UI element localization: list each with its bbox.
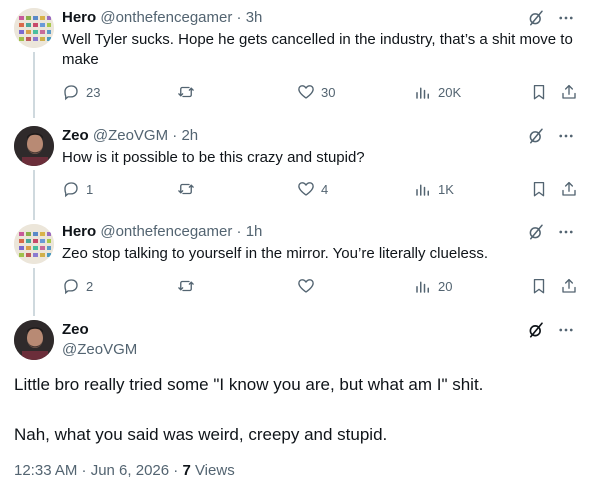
- share-button[interactable]: [560, 82, 578, 102]
- author-line: Hero @onthefencegamer · 3h: [62, 8, 262, 28]
- tweet-top-icons: [527, 127, 575, 145]
- repost-icon: [178, 183, 194, 195]
- tweet-text-paragraph: Little bro really tried some "I know you…: [14, 375, 484, 394]
- tweet-top-icons: [527, 9, 575, 27]
- more-icon[interactable]: [557, 9, 575, 27]
- share-button[interactable]: [560, 179, 578, 199]
- avatar[interactable]: [14, 224, 54, 264]
- avatar-image: [14, 320, 54, 360]
- repost-icon: [178, 86, 194, 98]
- tweet-actions: 2 20: [62, 276, 582, 296]
- views-button[interactable]: 1K: [414, 179, 454, 199]
- post-time[interactable]: 1h: [246, 223, 263, 240]
- tweet-text: How is it possible to be this crazy and …: [62, 149, 365, 166]
- post-time[interactable]: 2h: [181, 127, 198, 144]
- avatar-image: [14, 224, 54, 264]
- views-count: 20: [438, 278, 453, 294]
- bookmark-button[interactable]: [530, 179, 548, 199]
- heart-icon: [298, 279, 314, 293]
- views-icon: [416, 184, 429, 196]
- views-count: 20K: [438, 84, 462, 100]
- avatar[interactable]: [14, 126, 54, 166]
- avatar[interactable]: [14, 320, 54, 360]
- reply-button[interactable]: 1: [62, 179, 93, 199]
- views-icon: [416, 281, 429, 293]
- share-icon: [562, 278, 576, 293]
- dot-separator: ·: [232, 223, 246, 240]
- author-name[interactable]: Hero: [62, 223, 96, 240]
- heart-icon: [298, 182, 314, 196]
- bookmark-icon: [533, 84, 545, 100]
- reply-count: 23: [86, 84, 101, 100]
- like-count: 4: [321, 181, 329, 197]
- tweet-actions: 23 30 20K: [62, 82, 582, 102]
- author-handle[interactable]: @ZeoVGM: [93, 127, 168, 144]
- tweet-text: Well Tyler sucks. Hope he gets cancelled…: [62, 31, 573, 68]
- avatar-image: [14, 8, 54, 48]
- repost-button[interactable]: [177, 276, 201, 296]
- reply-icon: [64, 279, 78, 295]
- dot-separator: ·: [232, 9, 246, 26]
- views-label: Views: [190, 462, 235, 479]
- bookmark-icon: [533, 181, 545, 197]
- tweet-metadata: 12:33 AM · Jun 6, 2026 · 7 Views: [14, 461, 235, 481]
- author-handle[interactable]: @onthefencegamer: [100, 223, 232, 240]
- repost-icon: [178, 280, 194, 292]
- views-count: 1K: [438, 181, 454, 197]
- dot-separator: ·: [168, 127, 182, 144]
- more-icon[interactable]: [557, 321, 575, 339]
- views-icon: [416, 87, 429, 99]
- more-icon[interactable]: [557, 223, 575, 241]
- reply-icon: [64, 182, 78, 198]
- reply-count: 1: [86, 181, 94, 197]
- repost-button[interactable]: [177, 82, 201, 102]
- like-button[interactable]: [297, 276, 321, 296]
- bookmark-icon: [533, 278, 545, 294]
- heart-icon: [298, 85, 314, 99]
- share-icon: [562, 84, 576, 99]
- grok-icon[interactable]: [527, 9, 545, 27]
- author-handle[interactable]: @onthefencegamer: [100, 9, 232, 26]
- reply-icon: [64, 85, 78, 101]
- views-button[interactable]: 20: [414, 276, 452, 296]
- reply-tweet[interactable]: Hero @onthefencegamer · 3h Well Tyler su…: [0, 0, 597, 116]
- reply-tweet[interactable]: Hero @onthefencegamer · 1h Zeo stop talk…: [0, 216, 597, 312]
- author-handle[interactable]: @ZeoVGM: [62, 340, 137, 360]
- author-name[interactable]: Zeo: [62, 320, 89, 340]
- views-button[interactable]: 20K: [414, 82, 461, 102]
- like-count: 30: [321, 84, 336, 100]
- tweet-actions: 1 4 1K: [62, 179, 582, 199]
- author-name[interactable]: Hero: [62, 9, 96, 26]
- reply-button[interactable]: 2: [62, 276, 93, 296]
- tweet-top-icons: [527, 321, 575, 339]
- reply-button[interactable]: 23: [62, 82, 100, 102]
- grok-icon[interactable]: [527, 223, 545, 241]
- post-timestamp[interactable]: 12:33 AM · Jun 6, 2026 ·: [14, 462, 182, 479]
- share-icon: [562, 181, 576, 196]
- tweet-text: Zeo stop talking to yourself in the mirr…: [62, 245, 489, 262]
- grok-icon[interactable]: [527, 127, 545, 145]
- author-line: Hero @onthefencegamer · 1h: [62, 222, 262, 242]
- author-line: Zeo @ZeoVGM · 2h: [62, 126, 198, 146]
- grok-icon[interactable]: [527, 321, 545, 339]
- post-time[interactable]: 3h: [246, 9, 263, 26]
- reply-count: 2: [86, 278, 94, 294]
- bookmark-button[interactable]: [530, 276, 548, 296]
- repost-button[interactable]: [177, 179, 201, 199]
- author-name[interactable]: Zeo: [62, 127, 89, 144]
- more-icon[interactable]: [557, 127, 575, 145]
- like-button[interactable]: 30: [297, 82, 335, 102]
- avatar-image: [14, 126, 54, 166]
- like-button[interactable]: 4: [297, 179, 328, 199]
- tweet-top-icons: [527, 223, 575, 241]
- views-count: 7: [182, 462, 191, 479]
- reply-tweet[interactable]: Zeo @ZeoVGM · 2h How is it possible to b…: [0, 118, 597, 214]
- tweet-text-paragraph: Nah, what you said was weird, creepy and…: [14, 425, 388, 444]
- bookmark-button[interactable]: [530, 82, 548, 102]
- share-button[interactable]: [560, 276, 578, 296]
- avatar[interactable]: [14, 8, 54, 48]
